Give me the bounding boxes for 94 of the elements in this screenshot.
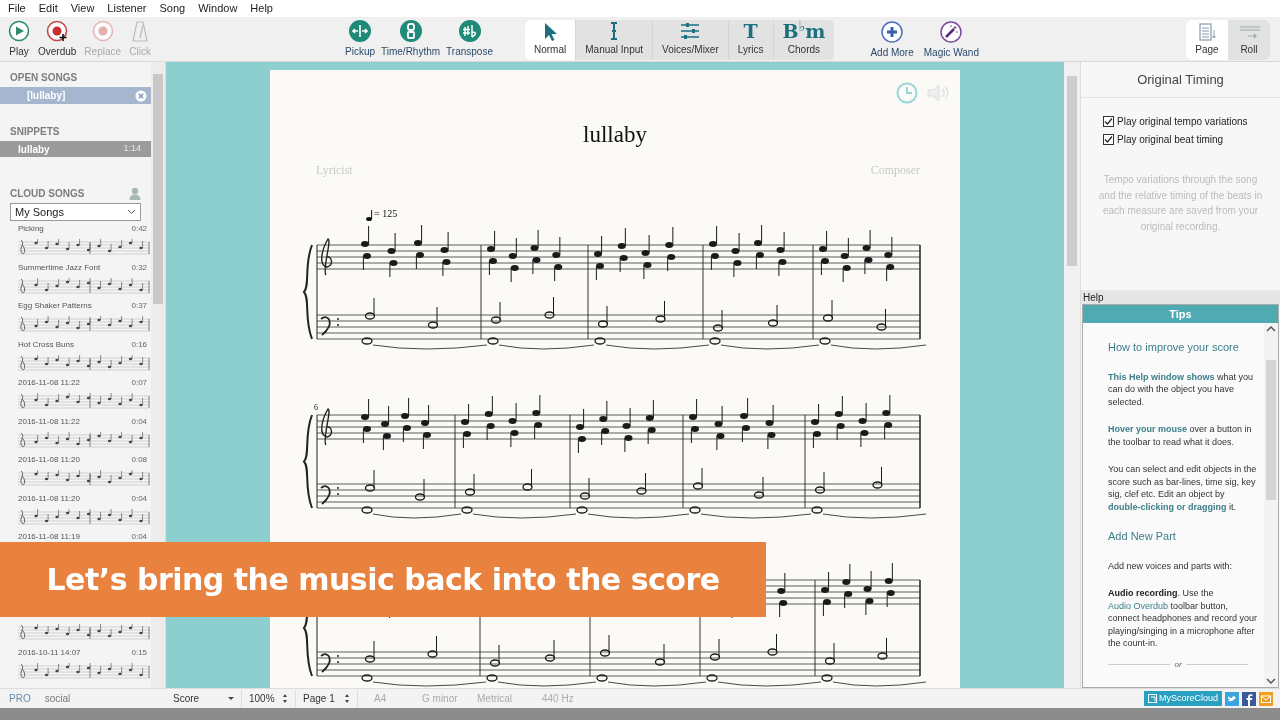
caption-banner: Let’s bring the music back into the score	[0, 542, 766, 617]
menu-item[interactable]: File	[8, 0, 26, 17]
chevron-up-icon	[1266, 325, 1276, 333]
song-title[interactable]: 2016-11-08 11:22	[18, 378, 80, 388]
plus-icon	[881, 20, 904, 43]
menu-item[interactable]: Edit	[38, 0, 58, 17]
menu-item[interactable]: Help	[250, 0, 273, 17]
toolbar-button[interactable]: Play	[6, 19, 32, 59]
status-dropdown[interactable]: Page 1	[296, 689, 358, 708]
pro-label: PRO	[9, 692, 31, 706]
scrollbar[interactable]	[1064, 62, 1080, 688]
song-title[interactable]: Summertime Jazz Font	[18, 262, 101, 273]
timing-label: Metrical	[477, 692, 513, 706]
paper-size-label: A4	[373, 692, 388, 706]
stepper-icon	[282, 693, 288, 704]
play-icon	[8, 19, 30, 42]
song-duration: 0:04	[131, 416, 148, 427]
song-title[interactable]: 2016-10-11 14:07	[18, 647, 81, 658]
help-paragraph: Hover your mouse over a button in the toolbar to read what it does.	[1108, 423, 1253, 448]
section-heading: SNIPPETS	[10, 125, 60, 139]
divider-label: or	[1174, 658, 1182, 671]
sliders-icon	[679, 20, 702, 42]
menu-item[interactable]: View	[70, 0, 95, 17]
mode-glyph: T	[743, 20, 758, 42]
menu-item[interactable]: Song	[159, 0, 186, 17]
song-duration: 0:32	[131, 262, 148, 273]
help-label: Help	[1083, 290, 1104, 305]
toolbar-button[interactable]: Transpose	[446, 18, 493, 59]
help-heading: How to improve your score	[1108, 340, 1240, 355]
checkbox-option[interactable]: Play original tempo variations	[1103, 114, 1280, 129]
toolbar-button[interactable]: Pickup	[345, 18, 375, 59]
measure-number: 6	[314, 402, 318, 414]
menu-item[interactable]: Window	[198, 0, 238, 17]
song-duration: 0:37	[131, 301, 148, 311]
arrows-icon	[348, 18, 372, 43]
view-tab[interactable]: Page	[1186, 20, 1228, 60]
help-paragraph: Audio recording. Use the Audio Overdub toolbar button, connect headphones and record your playing/singing in a microphone after the count-in.	[1108, 587, 1258, 650]
stepper-icon	[344, 693, 350, 704]
song-title[interactable]: Hot Cross Buns	[18, 339, 75, 350]
song-duration: 0:07	[131, 378, 148, 388]
sharp-flat-icon	[457, 18, 482, 43]
toolbar-button[interactable]: Magic Wand	[923, 20, 979, 60]
score-title: lullaby	[582, 121, 648, 149]
user-icon	[129, 187, 142, 200]
toolbar-button[interactable]: Add More	[870, 20, 914, 60]
song-duration: 0:16	[131, 339, 148, 350]
text-cursor-icon	[610, 22, 619, 40]
tuning-label: 440 Hz	[542, 692, 575, 706]
toolbar-button[interactable]: Overdub	[36, 19, 79, 59]
section-heading: OPEN SONGS	[10, 71, 78, 85]
song-title[interactable]: 2016-11-08 11:20	[18, 493, 80, 504]
toolbar-button[interactable]: Time/Rhythm	[381, 18, 441, 59]
mode-tab[interactable]: B$^{♭}$m Chords	[772, 20, 835, 60]
song-duration: 0:15	[131, 647, 148, 658]
song-duration: 0:08	[131, 455, 148, 465]
social-link[interactable]: social	[44, 691, 71, 706]
song-title[interactable]: 2016-11-08 11:20	[18, 455, 80, 465]
song-duration: 0:04	[131, 493, 148, 504]
chevron-down-icon	[1266, 677, 1276, 685]
speaker-icon	[926, 82, 950, 104]
record-icon	[91, 19, 114, 42]
section-heading: CLOUD SONGS	[10, 187, 85, 201]
help-paragraph: You can select and edit objects in the score such as bar-lines, time sig, key sig, clef etc. Edit an object by double-clicking or dragging it.	[1108, 463, 1258, 513]
menu-item[interactable]: Listener	[107, 0, 147, 17]
checkbox-option[interactable]: Play original beat timing	[1103, 132, 1280, 147]
status-dropdown[interactable]: 100%	[242, 689, 296, 708]
key-label: G minor	[422, 692, 459, 706]
tempo-marking: = 125	[374, 207, 398, 221]
songs-dropdown[interactable]: My Songs	[10, 203, 142, 221]
external-link-icon	[1147, 694, 1157, 703]
song-duration: 0:04	[131, 532, 148, 542]
page-icon	[1196, 22, 1218, 42]
clock-icon	[896, 82, 918, 104]
scrollbar[interactable]	[1264, 323, 1278, 687]
magic-wand-icon	[940, 20, 963, 43]
help-paragraph: This Help window shows what you can do with the object you have selected.	[1108, 370, 1255, 408]
song-title[interactable]: 2016-11-08 11:22	[18, 416, 80, 427]
status-dropdown[interactable]: Score	[166, 689, 242, 708]
song-title[interactable]: Picking	[18, 224, 44, 234]
mode-glyph: B$^{♭}$m	[782, 20, 826, 42]
help-paragraph: Add new voices and parts with:	[1108, 559, 1234, 572]
help-heading: Add New Part	[1108, 529, 1177, 544]
song-title[interactable]: 2016-11-08 11:19	[18, 532, 80, 542]
close-icon	[135, 89, 148, 102]
song-title[interactable]: Egg Shaker Patterns	[18, 301, 92, 311]
time-signature-icon	[398, 18, 423, 43]
record-plus-icon	[46, 19, 69, 42]
help-link[interactable]: Audio Overdub	[1108, 600, 1169, 611]
mode-tab[interactable]: Normal	[525, 20, 576, 60]
panel-title: Original Timing	[1081, 62, 1280, 98]
caret-icon	[228, 696, 234, 701]
quarter-note-icon	[366, 209, 373, 221]
chevron-down-icon	[127, 209, 137, 215]
song-duration: 0:42	[131, 224, 148, 234]
